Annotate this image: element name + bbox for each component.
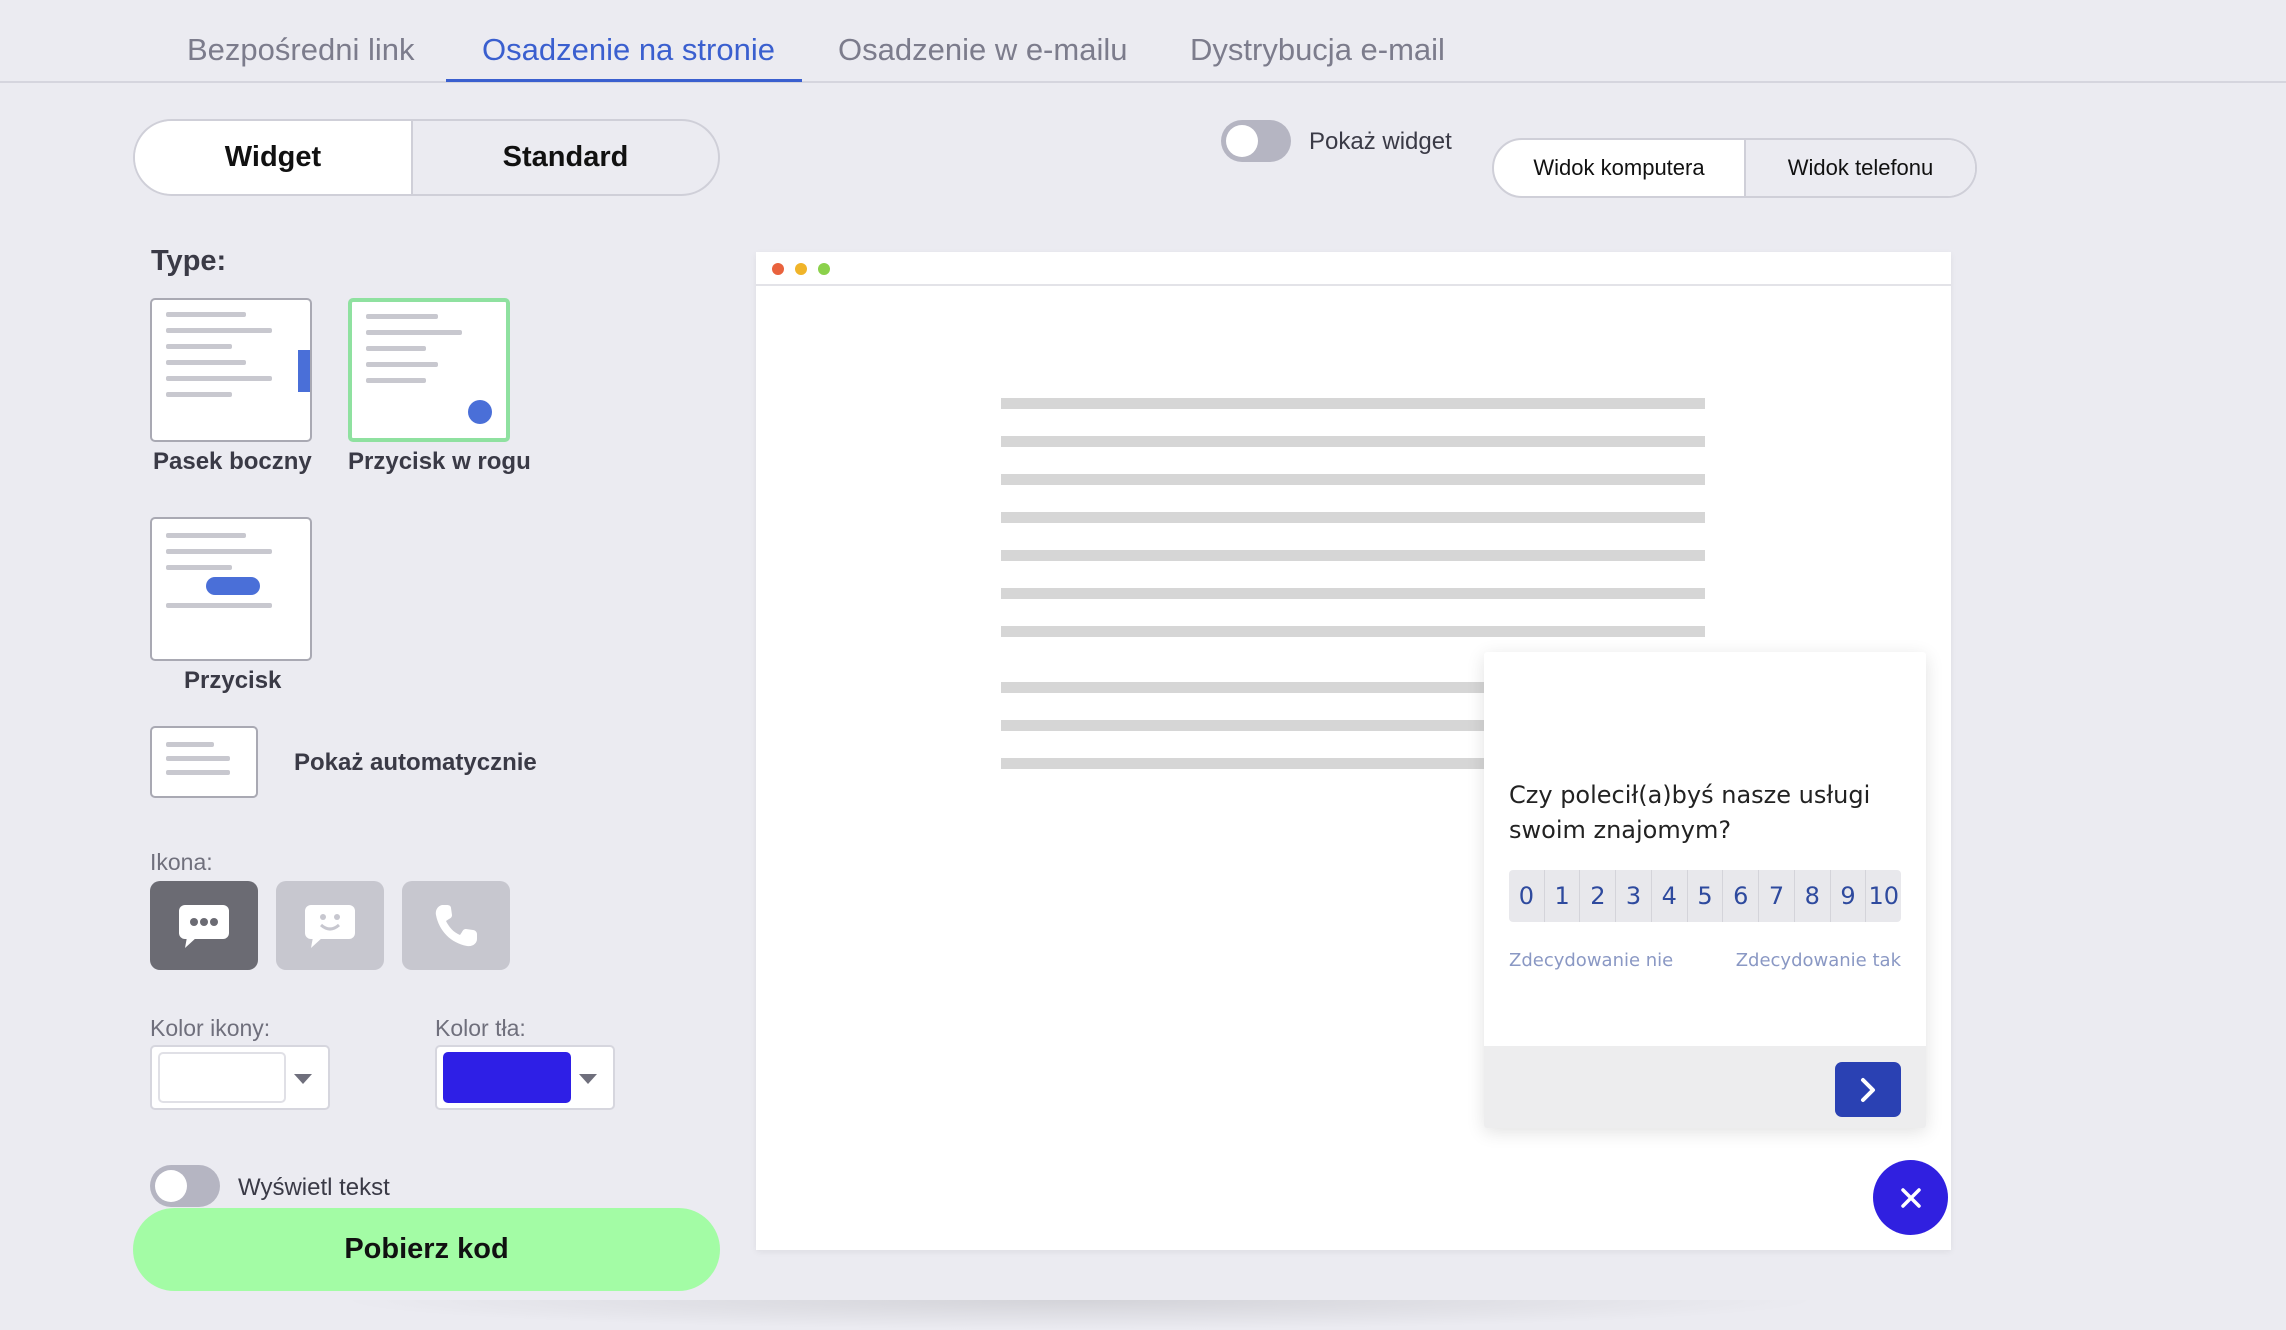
desktop-view-button[interactable]: Widok komputera — [1494, 140, 1746, 196]
placeholder-line — [1001, 512, 1705, 523]
browser-bar — [756, 252, 1951, 286]
survey-question: Czy polecił(a)byś nasze usługi swoim zna… — [1509, 781, 1871, 844]
placeholder-line — [1001, 626, 1705, 637]
tab-embed-email[interactable]: Osadzenie w e-mailu — [838, 32, 1127, 68]
scale-option[interactable]: 7 — [1759, 870, 1795, 922]
phone-view-button[interactable]: Widok telefonu — [1746, 140, 1975, 196]
icon-label: Ikona: — [150, 849, 213, 875]
type-label: Type: — [151, 245, 227, 277]
tab-bar: Bezpośredni link Osadzenie na stronie Os… — [0, 0, 2286, 83]
survey-footer — [1484, 1046, 1926, 1128]
type-button-card[interactable] — [150, 517, 312, 661]
next-button[interactable] — [1835, 1062, 1901, 1117]
view-toggle: Widok komputera Widok telefonu — [1492, 138, 1977, 198]
scale-option[interactable]: 0 — [1509, 870, 1545, 922]
chevron-right-icon — [1861, 1077, 1875, 1102]
toggle-knob — [155, 1170, 187, 1202]
scale-option[interactable]: 1 — [1545, 870, 1581, 922]
scale-low-label: Zdecydowanie nie — [1509, 950, 1674, 971]
type-auto-label: Pokaż automatycznie — [294, 749, 537, 776]
icon-color-label: Kolor ikony: — [150, 1015, 271, 1041]
type-sidebar-label: Pasek boczny — [153, 448, 312, 475]
standard-mode-button[interactable]: Standard — [413, 121, 718, 194]
type-sidebar-card[interactable] — [150, 298, 312, 442]
scale-high-label: Zdecydowanie tak — [1735, 950, 1901, 971]
active-tab-indicator — [446, 79, 802, 82]
scale-option[interactable]: 4 — [1652, 870, 1688, 922]
scale-option[interactable]: 2 — [1580, 870, 1617, 922]
bg-color-label: Kolor tła: — [435, 1015, 526, 1041]
nps-scale: 0 1 2 3 4 5 6 7 8 9 10 — [1509, 870, 1901, 922]
close-dot-icon — [772, 263, 784, 275]
scale-option[interactable]: 5 — [1688, 870, 1724, 922]
tab-email-distribution[interactable]: Dystrybucja e-mail — [1190, 32, 1445, 68]
placeholder-line — [1001, 588, 1705, 599]
show-widget-label: Pokaż widget — [1309, 128, 1452, 155]
show-text-toggle[interactable] — [150, 1165, 220, 1207]
placeholder-line — [1001, 436, 1705, 447]
mode-toggle: Widget Standard — [133, 119, 720, 196]
type-corner-button-label: Przycisk w rogu — [348, 448, 531, 475]
widget-mode-button[interactable]: Widget — [135, 121, 413, 194]
chevron-down-icon — [579, 1074, 597, 1084]
bg-color-picker[interactable] — [435, 1045, 615, 1110]
sidebar-tab-shape — [298, 350, 310, 392]
corner-dot-shape — [468, 400, 492, 424]
scale-option[interactable]: 8 — [1795, 870, 1831, 922]
close-icon — [1900, 1187, 1921, 1208]
icon-color-swatch — [158, 1052, 286, 1103]
chevron-down-icon — [294, 1074, 312, 1084]
maximize-dot-icon — [818, 263, 830, 275]
placeholder-line — [1001, 550, 1705, 561]
survey-widget: Czy polecił(a)byś nasze usługi swoim zna… — [1484, 652, 1926, 1128]
phone-icon[interactable] — [402, 881, 510, 970]
placeholder-line — [1001, 474, 1705, 485]
bg-color-swatch — [443, 1052, 571, 1103]
type-corner-button-card[interactable] — [348, 298, 510, 442]
type-auto-card[interactable] — [150, 726, 258, 798]
scale-option[interactable]: 3 — [1616, 870, 1652, 922]
browser-preview: Czy polecił(a)byś nasze usługi swoim zna… — [756, 252, 1951, 1250]
download-code-button[interactable]: Pobierz kod — [133, 1208, 720, 1291]
scale-option[interactable]: 10 — [1866, 870, 1901, 922]
scale-option[interactable]: 9 — [1831, 870, 1867, 922]
minimize-dot-icon — [795, 263, 807, 275]
bottom-shadow — [330, 1300, 1830, 1330]
placeholder-line — [1001, 398, 1705, 409]
toggle-knob — [1226, 125, 1258, 157]
show-text-label: Wyświetl tekst — [238, 1174, 390, 1201]
tab-direct-link[interactable]: Bezpośredni link — [187, 32, 414, 68]
show-widget-toggle[interactable] — [1221, 120, 1291, 162]
type-button-label: Przycisk — [184, 667, 282, 694]
close-widget-button[interactable] — [1873, 1160, 1948, 1235]
button-pill-shape — [206, 577, 260, 595]
chat-smile-icon[interactable] — [276, 881, 384, 970]
chat-dots-icon[interactable] — [150, 881, 258, 970]
tab-embed-page[interactable]: Osadzenie na stronie — [482, 32, 775, 68]
scale-option[interactable]: 6 — [1723, 870, 1760, 922]
icon-color-picker[interactable] — [150, 1045, 330, 1110]
